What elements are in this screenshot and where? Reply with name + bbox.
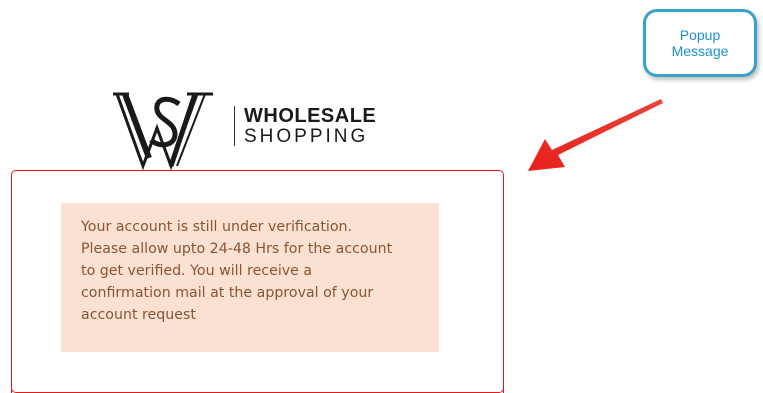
logo-wordmark-line-1: WHOLESALE <box>244 105 377 127</box>
callout-label: Popup Message <box>671 27 729 59</box>
ws-monogram-icon <box>113 92 213 170</box>
popup-message-callout: Popup Message <box>643 9 757 77</box>
screenshot-canvas: WHOLESALE SHOPPING Your account is still… <box>0 0 763 393</box>
notice-message: Your account is still under verification… <box>81 219 393 323</box>
arrow-icon <box>528 99 663 171</box>
logo-divider <box>234 106 235 146</box>
logo-wordmark-line-2: SHOPPING <box>244 126 369 147</box>
panel-bottom-edge <box>11 388 504 393</box>
verification-notice: Your account is still under verification… <box>61 203 439 352</box>
wholesale-shopping-logo[interactable]: WHOLESALE SHOPPING <box>113 88 393 170</box>
